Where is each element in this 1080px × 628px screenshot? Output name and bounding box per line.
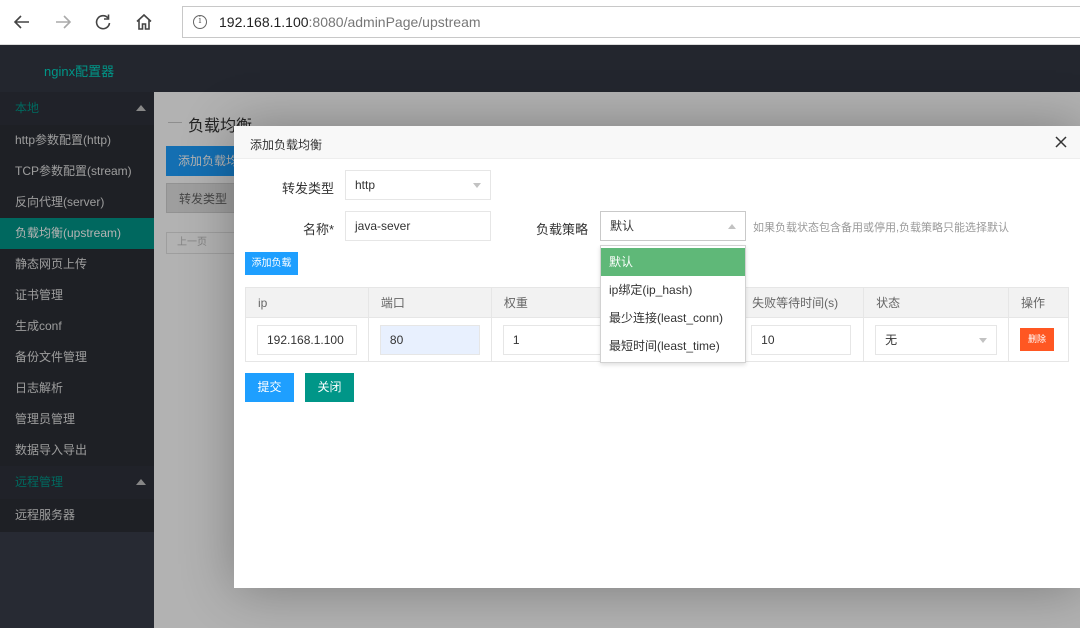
reload-icon xyxy=(95,14,111,30)
cell-action: 删除 xyxy=(1008,317,1069,362)
reload-button[interactable] xyxy=(91,10,115,34)
modal-header: 添加负载均衡 xyxy=(234,126,1080,159)
app-logo[interactable]: nginx配置器 xyxy=(44,61,114,80)
chevron-down-icon xyxy=(473,183,481,188)
arrow-left-icon xyxy=(13,15,29,29)
strategy-dropdown: 默认 ip绑定(ip_hash) 最少连接(least_conn) 最短时间(l… xyxy=(600,245,746,363)
status-value: 无 xyxy=(885,332,898,347)
add-upstream-modal: 添加负载均衡 转发类型 http 名称* java-sever 负载策略 默认 … xyxy=(234,126,1080,588)
strategy-option-least-time[interactable]: 最短时间(least_time) xyxy=(601,332,745,360)
cell-fail-timeout: 10 xyxy=(739,317,865,362)
back-button[interactable] xyxy=(10,10,34,34)
name-input[interactable]: java-sever xyxy=(345,211,491,241)
strategy-option-ip-hash[interactable]: ip绑定(ip_hash) xyxy=(601,276,745,304)
name-label: 名称* xyxy=(302,222,334,237)
strategy-hint: 如果负载状态包含备用或停用,负载策略只能选择默认 xyxy=(753,222,1010,234)
ip-input[interactable]: 192.168.1.100 xyxy=(257,324,357,355)
column-header-action: 操作 xyxy=(1008,287,1069,318)
column-header-port: 端口 xyxy=(367,287,492,318)
url-text: 192.168.1.100:8080/adminPage/upstream xyxy=(219,14,481,30)
column-header-ip: ip xyxy=(245,287,369,318)
url-path: :8080/adminPage/upstream xyxy=(308,14,481,30)
close-icon xyxy=(1055,136,1067,148)
forward-type-value: http xyxy=(355,178,376,192)
forward-type-select[interactable]: http xyxy=(345,170,491,200)
port-input[interactable]: 80 xyxy=(379,324,480,355)
strategy-value: 默认 xyxy=(610,219,635,233)
cell-ip: 192.168.1.100 xyxy=(245,317,369,362)
home-button[interactable] xyxy=(132,10,156,34)
app-header: nginx配置器 xyxy=(0,45,1080,92)
forward-type-label: 转发类型 xyxy=(281,181,334,196)
url-host: 192.168.1.100 xyxy=(219,14,309,30)
modal-title: 添加负载均衡 xyxy=(250,138,323,152)
add-load-button[interactable]: 添加负载 xyxy=(245,252,298,275)
browser-toolbar: i 192.168.1.100:8080/adminPage/upstream xyxy=(0,0,1080,45)
weight-input[interactable]: 1 xyxy=(502,324,613,355)
status-select[interactable]: 无 xyxy=(875,324,998,355)
address-bar[interactable]: i 192.168.1.100:8080/adminPage/upstream xyxy=(182,6,1080,38)
strategy-select[interactable]: 默认 xyxy=(600,211,746,241)
column-header-fail-timeout: 失败等待时间(s) xyxy=(739,287,865,318)
cell-status: 无 xyxy=(863,317,1010,362)
delete-button[interactable]: 删除 xyxy=(1020,328,1055,351)
chevron-down-icon xyxy=(979,337,988,343)
strategy-option-least-conn[interactable]: 最少连接(least_conn) xyxy=(601,304,745,332)
submit-button[interactable]: 提交 xyxy=(245,373,294,402)
fail-timeout-input[interactable]: 10 xyxy=(751,324,852,355)
cell-port: 80 xyxy=(367,317,492,362)
column-header-weight: 权重 xyxy=(490,287,615,318)
close-button[interactable] xyxy=(1052,133,1070,151)
cell-weight: 1 xyxy=(490,317,615,362)
chevron-up-icon xyxy=(728,224,736,229)
info-icon[interactable]: i xyxy=(193,15,207,29)
name-value: java-sever xyxy=(355,219,411,233)
strategy-label: 负载策略 xyxy=(535,222,588,237)
home-icon xyxy=(136,13,152,30)
forward-button[interactable] xyxy=(51,10,75,34)
close-modal-button[interactable]: 关闭 xyxy=(305,373,354,402)
column-header-status: 状态 xyxy=(863,287,1010,318)
arrow-right-icon xyxy=(56,15,72,29)
strategy-option-default[interactable]: 默认 xyxy=(601,248,745,276)
